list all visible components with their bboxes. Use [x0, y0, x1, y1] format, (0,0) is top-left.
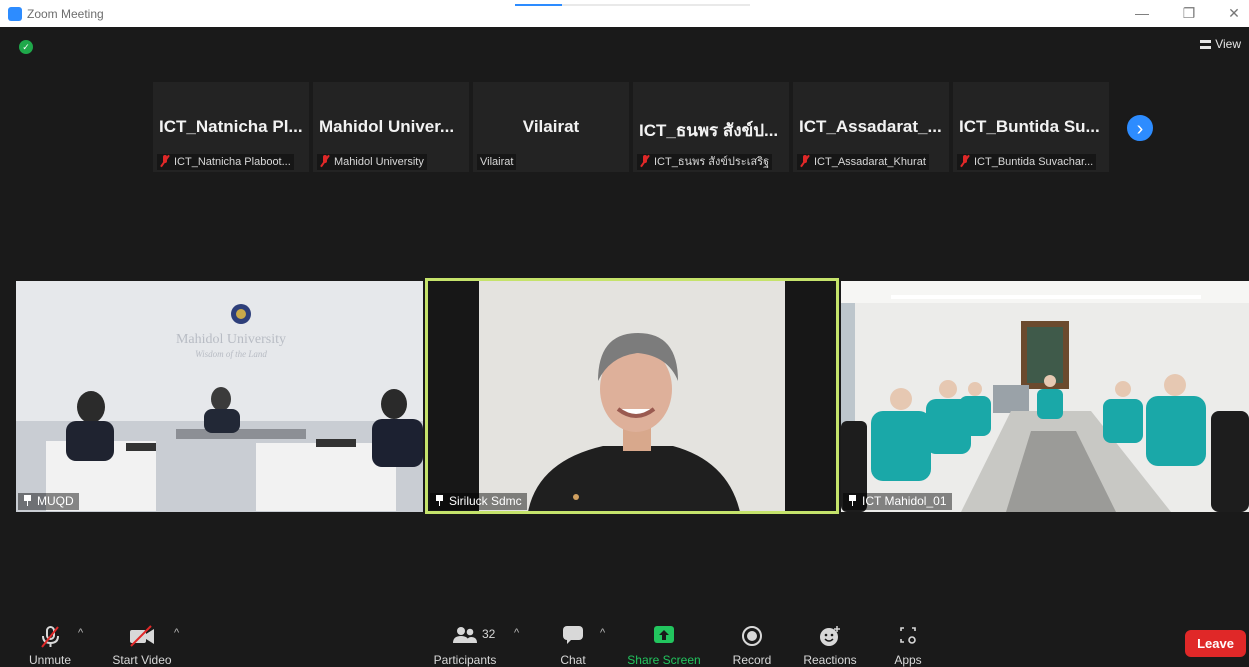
thumbnail-display-name: Mahidol Univer...	[319, 117, 455, 136]
reactions-label: Reactions	[803, 653, 857, 667]
thumbnail-tile[interactable]: ICT_Assadarat_... ICT_Assadarat_Khurat	[793, 82, 949, 172]
view-grid-icon	[1200, 40, 1212, 49]
participants-label: Participants	[433, 653, 497, 667]
reactions-icon	[820, 626, 840, 646]
apps-button[interactable]: Apps	[880, 617, 936, 667]
view-button[interactable]: View	[1200, 37, 1241, 51]
start-video-label: Start Video	[112, 653, 172, 667]
chat-button[interactable]: Chat	[552, 617, 594, 667]
video-camera-off-icon	[130, 625, 154, 647]
thumbnail-display-name: Vilairat	[522, 117, 580, 136]
participant-name-label: MUQD	[18, 493, 79, 510]
start-video-button[interactable]: Start Video	[106, 617, 178, 667]
mic-muted-icon	[960, 155, 970, 167]
minimize-button[interactable]: —	[1132, 5, 1152, 21]
next-page-button[interactable]: ›	[1125, 113, 1155, 143]
thumbnail-name-label: ICT_ธนพร สังข์ประเสริฐ	[637, 154, 773, 170]
thumbnail-tile[interactable]: Vilairat Vilairat	[473, 82, 629, 172]
window-titlebar: Zoom Meeting — ❐ ✕	[0, 0, 1249, 27]
video-feed-ict-mahidol	[841, 281, 1249, 512]
video-tile[interactable]: Mahidol University Wisdom of the Land MU…	[16, 281, 423, 512]
thumbnail-tile[interactable]: ICT_ธนพร สังข์ป... ICT_ธนพร สังข์ประเสริ…	[633, 82, 789, 172]
chat-icon	[563, 626, 583, 644]
thumbnail-name-label: ICT_Natnicha Plaboot...	[157, 154, 294, 170]
chevron-right-icon: ›	[1136, 118, 1144, 140]
participants-options-caret-icon[interactable]: ^	[514, 627, 519, 639]
mic-muted-icon	[640, 155, 650, 167]
share-screen-icon	[654, 626, 674, 643]
thumbnail-tile[interactable]: Mahidol Univer... Mahidol University	[313, 82, 469, 172]
participants-button[interactable]: 32 Participants	[430, 617, 500, 667]
record-label: Record	[732, 653, 772, 667]
record-button[interactable]: Record	[724, 617, 780, 667]
thumbnail-name-label: Mahidol University	[317, 154, 427, 170]
thumbnail-name-label: ICT_Assadarat_Khurat	[797, 154, 929, 170]
mic-muted-icon	[320, 155, 330, 167]
window-title: Zoom Meeting	[27, 7, 104, 21]
audio-options-caret-icon[interactable]: ^	[78, 627, 83, 639]
participants-count: 32	[482, 627, 496, 641]
chat-label: Chat	[560, 653, 586, 667]
close-button[interactable]: ✕	[1224, 5, 1244, 21]
restore-button[interactable]: ❐	[1179, 5, 1199, 21]
apps-icon	[900, 627, 916, 644]
apps-label: Apps	[894, 653, 922, 667]
reactions-button[interactable]: Reactions	[798, 617, 862, 667]
zoom-app-icon	[8, 7, 22, 21]
pin-icon	[23, 495, 32, 506]
meeting-toolbar	[0, 617, 1249, 667]
shield-icon[interactable]: ✓	[19, 40, 33, 54]
thumbnail-name-label: Vilairat	[477, 154, 517, 170]
video-options-caret-icon[interactable]: ^	[174, 627, 179, 639]
unmute-button[interactable]: Unmute	[22, 617, 78, 667]
share-screen-button[interactable]: Share Screen	[626, 617, 702, 667]
share-screen-label: Share Screen	[627, 653, 701, 667]
video-feed-muqd: Mahidol University Wisdom of the Land	[16, 281, 423, 512]
room-sign-subtitle: Wisdom of the Land	[195, 349, 267, 359]
leave-button[interactable]: Leave	[1185, 630, 1246, 657]
thumbnail-tile[interactable]: ICT_Buntida Su... ICT_Buntida Suvachar..…	[953, 82, 1109, 172]
participants-icon	[453, 627, 477, 643]
pin-icon	[848, 495, 857, 506]
active-speaker-border	[425, 278, 839, 514]
thumbnail-display-name: ICT_Assadarat_...	[799, 117, 942, 136]
participant-name-label: ICT Mahidol_01	[843, 493, 952, 510]
thumbnail-display-name: ICT_Natnicha Pl...	[159, 117, 303, 136]
room-sign-title: Mahidol University	[176, 332, 286, 347]
mic-muted-icon	[800, 155, 810, 167]
thumbnail-tile[interactable]: ICT_Natnicha Pl... ICT_Natnicha Plaboot.…	[153, 82, 309, 172]
mic-muted-icon	[160, 155, 170, 167]
thumbnail-name-label: ICT_Buntida Suvachar...	[957, 154, 1097, 170]
loading-progress-bar	[515, 4, 750, 6]
view-label: View	[1215, 37, 1241, 51]
microphone-muted-icon	[41, 626, 59, 648]
thumbnail-display-name: ICT_Buntida Su...	[959, 117, 1100, 136]
record-icon	[742, 626, 762, 646]
thumbnail-display-name: ICT_ธนพร สังข์ป...	[639, 121, 779, 140]
chat-options-caret-icon[interactable]: ^	[600, 627, 605, 639]
video-tile[interactable]: ICT Mahidol_01	[841, 281, 1249, 512]
unmute-label: Unmute	[28, 653, 72, 667]
